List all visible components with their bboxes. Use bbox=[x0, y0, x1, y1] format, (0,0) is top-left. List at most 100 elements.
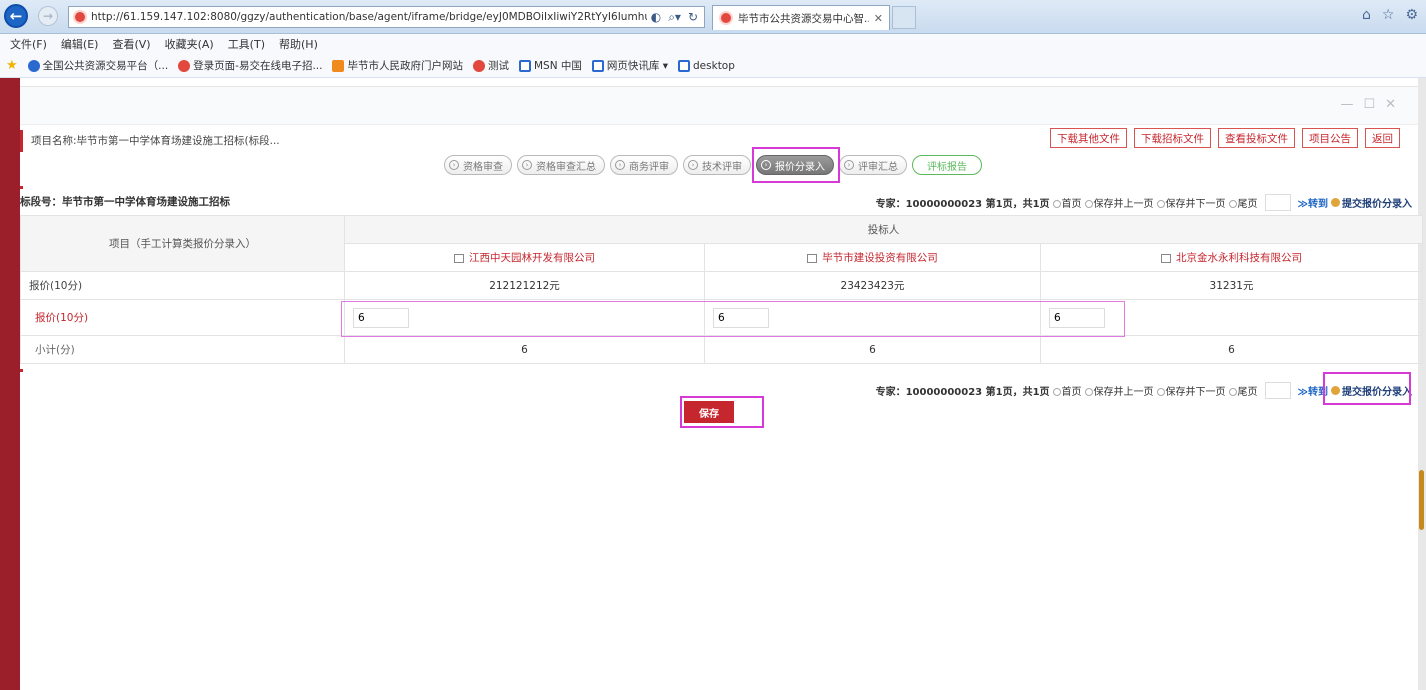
quote-value: 31231元 bbox=[1039, 271, 1424, 300]
favorites-star-icon[interactable]: ☆ bbox=[1382, 7, 1395, 23]
company-icon bbox=[807, 253, 818, 263]
view-bid-files-button[interactable]: 查看投标文件 bbox=[1218, 128, 1295, 148]
company-icon bbox=[454, 253, 464, 263]
step-qualification-summary[interactable]: › 资格审查汇总 bbox=[517, 155, 605, 175]
marker-dot bbox=[20, 369, 23, 372]
close-icon[interactable]: ✕ bbox=[1385, 97, 1396, 112]
highlight-score-inputs bbox=[341, 301, 1125, 337]
subtotal-value: 6 bbox=[344, 335, 705, 364]
favorites-bar: ★ 全国公共资源交易平台（... 登录页面-易交在线电子招... 毕节市人民政府… bbox=[0, 54, 1426, 78]
maximize-icon[interactable]: ☐ bbox=[1363, 97, 1375, 112]
compat-icon[interactable]: ◐ bbox=[651, 10, 661, 25]
site-icon bbox=[178, 59, 191, 72]
step-business-review[interactable]: › 商务评审 bbox=[610, 155, 678, 175]
pager-save-next[interactable]: 保存并下一页 bbox=[1156, 195, 1226, 210]
project-announcement-button[interactable]: 项目公告 bbox=[1302, 128, 1358, 148]
project-name: 项目名称:毕节市第一中学体育场建设施工招标(标段... bbox=[31, 135, 280, 147]
step-technical-review[interactable]: › 技术评审 bbox=[683, 155, 751, 175]
menu-file[interactable]: 文件(F) bbox=[10, 36, 47, 52]
minimize-icon[interactable]: — bbox=[1340, 97, 1353, 112]
fav-item-msn[interactable]: MSN 中国 bbox=[518, 58, 582, 73]
ie-icon bbox=[678, 59, 691, 72]
subtotal-value: 6 bbox=[1039, 335, 1424, 364]
pager-first[interactable]: 首页 bbox=[1052, 383, 1082, 398]
menu-view[interactable]: 查看(V) bbox=[112, 36, 150, 52]
refresh-icon[interactable]: ↻ bbox=[688, 10, 698, 25]
menu-favorites[interactable]: 收藏夹(A) bbox=[165, 36, 214, 52]
step-review-summary[interactable]: › 评审汇总 bbox=[839, 155, 907, 175]
pager-first[interactable]: 首页 bbox=[1052, 195, 1082, 210]
row-label-subtotal: 小计(分) bbox=[20, 335, 345, 364]
menu-help[interactable]: 帮助(H) bbox=[279, 36, 318, 52]
company-header[interactable]: 江西中天园林开发有限公司 bbox=[344, 243, 705, 272]
pager-save-next[interactable]: 保存并下一页 bbox=[1156, 383, 1226, 398]
browser-tools: ⌂ ☆ ⚙ bbox=[1362, 7, 1418, 23]
company-header[interactable]: 毕节市建设投资有限公司 bbox=[704, 243, 1041, 272]
browser-titlebar: ← → http://61.159.147.102:8080/ggzy/auth… bbox=[0, 0, 1426, 34]
last-page-icon bbox=[1228, 200, 1237, 208]
highlight-active-step bbox=[752, 147, 840, 183]
step-circle-icon: › bbox=[522, 160, 532, 170]
fav-item-desktop[interactable]: desktop bbox=[678, 59, 735, 72]
pager-page-input[interactable] bbox=[1264, 194, 1291, 211]
site-icon bbox=[472, 59, 485, 72]
pager-page-input[interactable] bbox=[1264, 382, 1291, 399]
pager-save-prev[interactable]: 保存并上一页 bbox=[1084, 195, 1154, 210]
fav-item-test[interactable]: 测试 bbox=[472, 58, 509, 73]
pager-expert-info: 专家：10000000023 第1页，共1页 bbox=[875, 387, 1050, 398]
evaluation-steps: › 资格审查 › 资格审查汇总 › 商务评审 › 技术评审 › 报价分录入 › 评审汇总 评… bbox=[444, 155, 982, 175]
scrollbar-thumb[interactable] bbox=[1419, 470, 1424, 530]
address-url[interactable]: http://61.159.147.102:8080/ggzy/authenti… bbox=[91, 11, 647, 23]
pager-last[interactable]: 尾页 bbox=[1228, 383, 1258, 398]
next-page-icon bbox=[1156, 388, 1165, 396]
company-header[interactable]: 北京金水永利科技有限公司 bbox=[1039, 243, 1424, 272]
first-page-icon bbox=[1052, 388, 1061, 396]
bid-section-title: 标段号：毕节市第一中学体育场建设施工招标 bbox=[20, 196, 230, 208]
return-button[interactable]: 返回 bbox=[1365, 128, 1400, 148]
back-button[interactable]: ← bbox=[4, 4, 28, 28]
page-scrollbar[interactable] bbox=[1418, 78, 1426, 690]
step-circle-icon: › bbox=[688, 160, 698, 170]
tab-title: 毕节市公共资源交易中心智... bbox=[738, 12, 869, 25]
quote-value: 23423423元 bbox=[704, 271, 1041, 300]
table-row: 小计(分) 6 6 6 bbox=[20, 335, 1424, 364]
pager-last[interactable]: 尾页 bbox=[1228, 195, 1258, 210]
new-tab-button[interactable] bbox=[892, 6, 916, 29]
fav-item-login[interactable]: 登录页面-易交在线电子招... bbox=[178, 58, 322, 73]
browser-tab[interactable]: 毕节市公共资源交易中心智... ✕ bbox=[712, 5, 890, 30]
step-qualification[interactable]: › 资格审查 bbox=[444, 155, 512, 175]
menu-bar: 文件(F) 编辑(E) 查看(V) 收藏夹(A) 工具(T) 帮助(H) bbox=[0, 34, 1426, 54]
favorites-star-icon[interactable]: ★ bbox=[6, 58, 18, 73]
search-icon[interactable]: ⌕▾ bbox=[668, 10, 681, 25]
row-label-quote: 报价(10分) bbox=[20, 271, 345, 300]
row-label-score: 报价(10分) bbox=[20, 299, 345, 336]
fav-item-webslice[interactable]: 网页快讯库 ▾ bbox=[591, 58, 668, 73]
gov-icon bbox=[332, 59, 345, 72]
step-evaluation-report[interactable]: 评标报告 bbox=[912, 155, 982, 175]
step-circle-icon: › bbox=[615, 160, 625, 170]
menu-edit[interactable]: 编辑(E) bbox=[61, 36, 99, 52]
ie-icon bbox=[591, 59, 604, 72]
fav-item-national[interactable]: 全国公共资源交易平台（... bbox=[27, 58, 168, 73]
gear-icon[interactable]: ⚙ bbox=[1405, 7, 1418, 23]
highlight-submit-button bbox=[1323, 372, 1411, 405]
address-bar[interactable]: http://61.159.147.102:8080/ggzy/authenti… bbox=[68, 6, 705, 28]
download-tender-files-button[interactable]: 下载招标文件 bbox=[1134, 128, 1211, 148]
fav-item-gov[interactable]: 毕节市人民政府门户网站 bbox=[332, 58, 463, 73]
menu-tools[interactable]: 工具(T) bbox=[228, 36, 265, 52]
pager-top: 专家：10000000023 第1页，共1页 首页 保存并上一页 保存并下一页 … bbox=[876, 194, 1412, 211]
submit-quote-entry-button[interactable]: 提交报价分录入 bbox=[1331, 195, 1412, 210]
download-other-files-button[interactable]: 下载其他文件 bbox=[1050, 128, 1127, 148]
marker-dot bbox=[20, 186, 23, 189]
step-circle-icon: › bbox=[844, 160, 854, 170]
pager-goto[interactable]: ≫转到 bbox=[1298, 195, 1328, 210]
item-header: 项目（手工计算类报价分录入） bbox=[20, 215, 345, 272]
home-icon[interactable]: ⌂ bbox=[1362, 7, 1371, 23]
pager-save-prev[interactable]: 保存并上一页 bbox=[1084, 383, 1154, 398]
tab-close-icon[interactable]: ✕ bbox=[874, 12, 883, 25]
bidder-header: 投标人 bbox=[343, 215, 1424, 244]
next-page-icon bbox=[1156, 200, 1165, 208]
address-tools: ◐ ⌕▾ ↻ bbox=[651, 10, 704, 25]
forward-button[interactable]: → bbox=[38, 6, 58, 26]
prev-page-icon bbox=[1084, 388, 1093, 396]
